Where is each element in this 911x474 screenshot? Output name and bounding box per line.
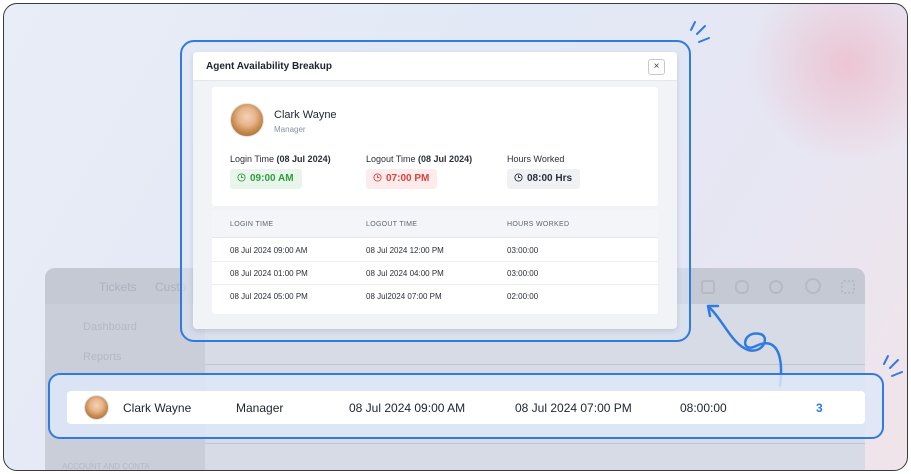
avatar	[84, 395, 109, 420]
row-session-count-link[interactable]: 3	[816, 401, 823, 415]
row-agent-name: Clark Wayne	[123, 401, 192, 415]
logout-date: (08 Jul 2024)	[418, 154, 473, 164]
cell-hours-worked: 03:00:00	[507, 246, 539, 255]
login-label-text: Login Time	[230, 154, 275, 164]
login-time-value: 09:00 AM	[250, 173, 294, 184]
column-header-logout: LOGOUT TIME	[366, 221, 418, 228]
logout-label-text: Logout Time	[366, 154, 416, 164]
table-row: 08 Jul 2024 01:00 PM 08 Jul 2024 04:00 P…	[212, 262, 658, 285]
modal-header: Agent Availability Breakup ×	[193, 52, 677, 81]
cell-logout-time: 08 Jul 2024 12:00 PM	[366, 246, 444, 255]
row-agent-role: Manager	[236, 401, 284, 415]
cell-logout-time: 08 Jul2024 07:00 PM	[366, 292, 442, 301]
cell-hours-worked: 02:00:00	[507, 292, 539, 301]
cell-login-time: 08 Jul 2024 01:00 PM	[230, 269, 308, 278]
agent-role: Manager	[274, 125, 306, 134]
row-logout-time: 08 Jul 2024 07:00 PM	[515, 401, 632, 415]
agent-availability-modal: Agent Availability Breakup × Clark Wayne…	[193, 52, 677, 329]
background-sidebar-footer: ACCOUNT AND CONTA	[62, 462, 150, 471]
logout-time-label: Logout Time (08 Jul 2024)	[366, 154, 472, 164]
agent-summary-card: Clark Wayne Manager Login Time (08 Jul 2…	[212, 87, 658, 206]
cell-login-time: 08 Jul 2024 05:00 PM	[230, 292, 308, 301]
row-hours-worked: 08:00:00	[680, 401, 727, 415]
availability-table: LOGIN TIME LOGOUT TIME HOURS WORKED 08 J…	[212, 210, 658, 314]
table-header: LOGIN TIME LOGOUT TIME HOURS WORKED	[212, 210, 658, 238]
table-row: 08 Jul 2024 09:00 AM 08 Jul 2024 12:00 P…	[212, 239, 658, 262]
avatar	[230, 103, 264, 137]
hours-worked-value: 08:00 Hrs	[527, 173, 573, 184]
modal-title: Agent Availability Breakup	[206, 61, 332, 72]
sparkle-icon	[690, 21, 710, 43]
background-tab-tickets: Tickets	[99, 280, 137, 294]
background-row-divider	[205, 443, 865, 444]
parachute-icon	[805, 278, 821, 294]
clock-icon	[373, 173, 382, 182]
column-header-hours: HOURS WORKED	[507, 221, 570, 228]
clock-icon	[514, 173, 523, 182]
agent-name: Clark Wayne	[274, 109, 337, 121]
apps-grid-icon	[841, 280, 855, 294]
login-time-chip: 09:00 AM	[230, 169, 302, 189]
table-row: 08 Jul 2024 05:00 PM 08 Jul2024 07:00 PM…	[212, 285, 658, 308]
agent-row[interactable]: Clark Wayne Manager 08 Jul 2024 09:00 AM…	[67, 391, 865, 424]
login-time-label: Login Time (08 Jul 2024)	[230, 154, 331, 164]
cell-logout-time: 08 Jul 2024 04:00 PM	[366, 269, 444, 278]
close-icon: ×	[653, 61, 660, 72]
clock-icon	[237, 173, 246, 182]
close-button[interactable]: ×	[648, 59, 665, 75]
logout-time-value: 07:00 PM	[386, 173, 430, 184]
sparkle-icon	[883, 355, 903, 377]
logout-time-chip: 07:00 PM	[366, 169, 438, 189]
row-login-time: 08 Jul 2024 09:00 AM	[349, 401, 466, 415]
cell-hours-worked: 03:00:00	[507, 269, 539, 278]
hours-worked-chip: 08:00 Hrs	[507, 169, 581, 189]
cell-login-time: 08 Jul 2024 09:00 AM	[230, 246, 308, 255]
column-header-login: LOGIN TIME	[230, 221, 274, 228]
background-sidebar-reports: Reports	[83, 351, 122, 363]
hours-worked-label: Hours Worked	[507, 154, 565, 164]
background-sidebar-dashboard: Dashboard	[83, 321, 137, 333]
login-date: (08 Jul 2024)	[276, 154, 331, 164]
